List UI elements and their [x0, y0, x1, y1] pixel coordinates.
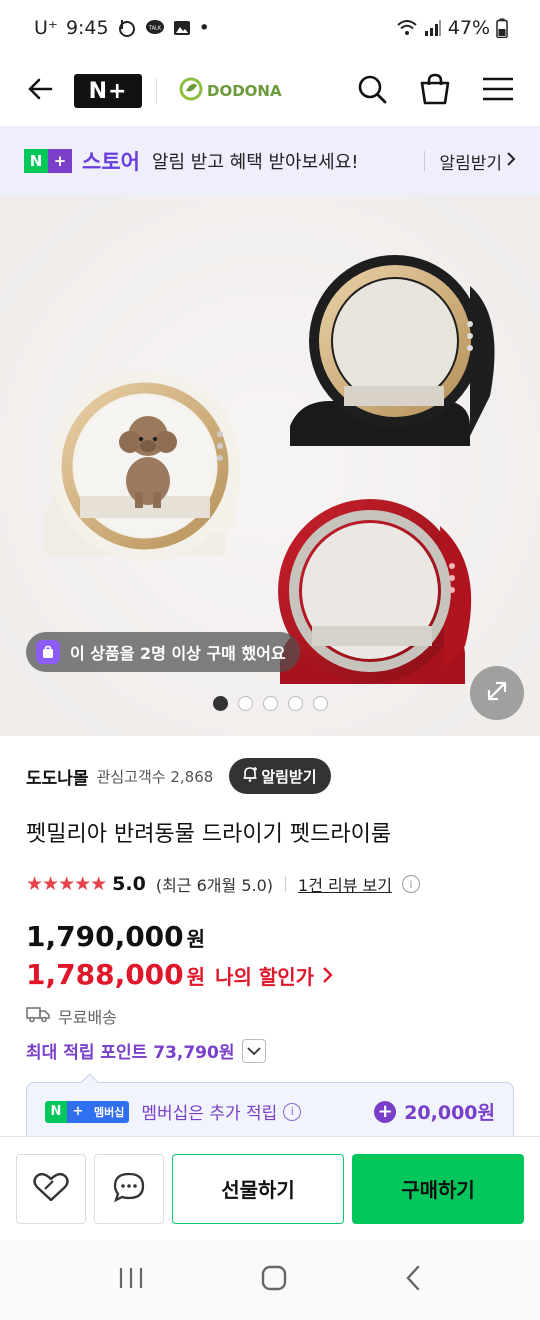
leaf-icon	[179, 77, 203, 105]
divider	[285, 876, 287, 892]
gallery-icon	[173, 19, 191, 37]
wifi-icon	[396, 19, 418, 37]
buy-button[interactable]: 구매하기	[352, 1153, 524, 1224]
star-rating: ★★★★★	[26, 873, 107, 895]
review-link[interactable]: 1건 리뷰 보기	[298, 872, 392, 896]
brand-logo[interactable]: DODONA	[179, 77, 282, 105]
battery-icon	[496, 18, 508, 38]
gift-button[interactable]: 선물하기	[172, 1153, 344, 1224]
carousel-dot[interactable]	[237, 696, 253, 711]
currency-label: 원	[186, 927, 206, 951]
chevron-down-icon	[247, 1041, 262, 1060]
membership-message: 멤버십은 추가 적립	[141, 1104, 278, 1124]
original-price: 1,790,000	[26, 920, 184, 953]
signal-icon	[424, 19, 442, 37]
chat-bubble-icon	[112, 1171, 146, 1207]
banner-link-label: 알림받기	[439, 153, 502, 174]
points-row: 최대 적립 포인트 73,790원	[26, 1038, 267, 1063]
max-points: 최대 적립 포인트 73,790원	[26, 1043, 235, 1063]
membership-extra-points: + 20,000원	[374, 1098, 495, 1125]
shipping-label: 무료배송	[58, 1008, 117, 1027]
wishlist-button[interactable]	[16, 1153, 86, 1224]
divider	[424, 151, 426, 171]
brand-name: DODONA	[207, 82, 282, 100]
original-price-row: 1,790,000 원	[26, 920, 205, 953]
shipping-row: 무료배송	[26, 1004, 117, 1028]
battery-percent: 47%	[447, 17, 490, 39]
plus-circle-icon: +	[374, 1100, 397, 1123]
rating-value: 5.0	[112, 873, 146, 895]
heart-icon	[33, 1171, 69, 1207]
system-navigation-bar	[0, 1240, 540, 1320]
notification-dot: •	[198, 17, 210, 39]
top-header: N+ DODONA	[0, 56, 540, 126]
expand-image-button[interactable]	[470, 666, 524, 720]
membership-points-value: 20,000원	[404, 1102, 495, 1124]
seller-name[interactable]: 도도나몰	[26, 764, 89, 789]
naver-plus-logo[interactable]: N+	[74, 74, 142, 108]
seller-row: 도도나몰 관심고객수 2,868 알림받기	[26, 758, 331, 794]
shopping-bag-icon	[36, 640, 60, 664]
menu-icon[interactable]	[482, 76, 514, 106]
back-arrow-icon[interactable]	[26, 75, 54, 107]
truck-icon	[26, 1005, 50, 1027]
recent-rating: (최근 6개월 5.0)	[155, 876, 274, 895]
alert-button-label: 알림받기	[261, 767, 317, 786]
seller-alert-button[interactable]: 알림받기	[229, 758, 331, 794]
svg-text:TALK: TALK	[148, 26, 162, 32]
store-label: 스토어	[82, 150, 140, 174]
recent-apps-icon[interactable]	[117, 1266, 145, 1294]
purchase-count-badge: 이 상품을 2명 이상 구매 했어요	[26, 632, 300, 672]
carrier-label: U⁺	[34, 17, 58, 39]
interest-label: 관심고객수	[96, 767, 166, 786]
info-icon[interactable]: i	[401, 875, 420, 893]
bottom-action-bar: 선물하기 구매하기	[0, 1136, 540, 1240]
talk-icon: TALK	[145, 18, 165, 38]
carousel-dot[interactable]	[312, 696, 328, 711]
my-discount-label: 나의 할인가	[215, 965, 315, 989]
info-icon[interactable]: i	[283, 1102, 302, 1121]
search-icon[interactable]	[356, 73, 388, 109]
chevron-right-icon	[322, 966, 333, 988]
purchase-count-text: 이 상품을 2명 이상 구매 했어요	[70, 644, 286, 663]
interest-count: 관심고객수 2,868	[97, 766, 214, 787]
currency-label: 원	[186, 965, 206, 989]
interest-value: 2,868	[170, 767, 214, 786]
carousel-dot[interactable]	[287, 696, 303, 711]
banner-message: 알림 받고 혜택 받아보세요!	[151, 152, 359, 173]
naver-plus-membership-badge: N + 멤버십	[45, 1100, 130, 1123]
membership-points-box: N + 멤버십 멤버십은 추가 적립 i + 20,000원	[26, 1082, 514, 1140]
talk-inquiry-button[interactable]	[94, 1153, 164, 1224]
clock: 9:45	[65, 17, 109, 39]
carousel-pagination	[0, 696, 540, 711]
chevron-right-icon	[506, 151, 516, 172]
product-image-carousel[interactable]: 이 상품을 2명 이상 구매 했어요	[0, 196, 540, 736]
bell-plus-icon	[241, 765, 259, 787]
carousel-dot[interactable]	[262, 696, 278, 711]
rating-row: ★★★★★ 5.0 (최근 6개월 5.0) 1건 리뷰 보기 i	[26, 872, 420, 896]
banner-alert-link[interactable]: 알림받기	[439, 149, 516, 174]
discount-price-row[interactable]: 1,788,000 원 나의 할인가	[26, 958, 333, 991]
naver-plus-mini-logo: N +	[24, 149, 72, 173]
back-icon[interactable]	[403, 1264, 423, 1296]
store-alert-banner[interactable]: N + 스토어 알림 받고 혜택 받아보세요! 알림받기	[0, 126, 540, 196]
naver-plus-store-badge: N + 스토어	[24, 146, 140, 176]
cart-icon[interactable]	[418, 72, 452, 110]
points-expand-button[interactable]	[242, 1038, 267, 1063]
status-bar: U⁺ 9:45 TALK • 47%	[0, 0, 540, 56]
carousel-dot[interactable]	[212, 696, 228, 711]
b-app-icon	[117, 18, 137, 38]
product-title: 펫밀리아 반려동물 드라이기 펫드라이룸	[26, 822, 392, 847]
home-icon[interactable]	[260, 1264, 288, 1296]
discount-price: 1,788,000	[26, 958, 184, 991]
membership-badge-label: 멤버십	[89, 1100, 130, 1123]
divider	[156, 78, 157, 104]
